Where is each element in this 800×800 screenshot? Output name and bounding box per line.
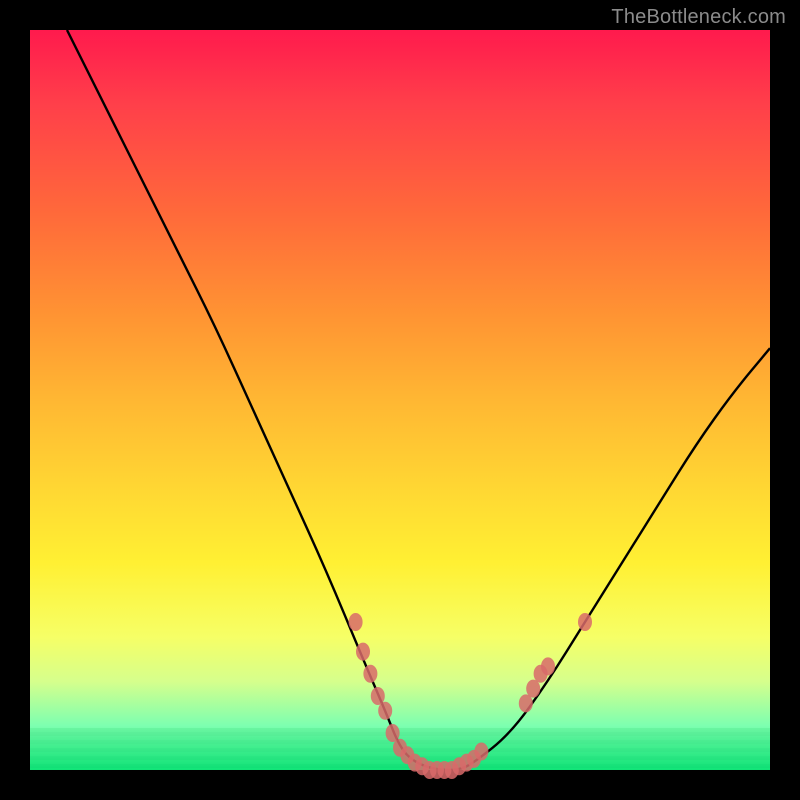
marker-point	[519, 694, 533, 712]
marker-point	[378, 702, 392, 720]
marker-point	[349, 613, 363, 631]
marker-point	[474, 743, 488, 761]
watermark-text: TheBottleneck.com	[611, 6, 786, 29]
marker-point	[541, 657, 555, 675]
curve-markers	[349, 613, 592, 779]
marker-point	[578, 613, 592, 631]
curve-layer	[30, 30, 770, 770]
marker-point	[363, 665, 377, 683]
chart-stage: TheBottleneck.com	[0, 0, 800, 800]
marker-point	[356, 643, 370, 661]
marker-point	[526, 680, 540, 698]
marker-point	[386, 724, 400, 742]
bottleneck-curve	[67, 30, 770, 770]
marker-point	[371, 687, 385, 705]
